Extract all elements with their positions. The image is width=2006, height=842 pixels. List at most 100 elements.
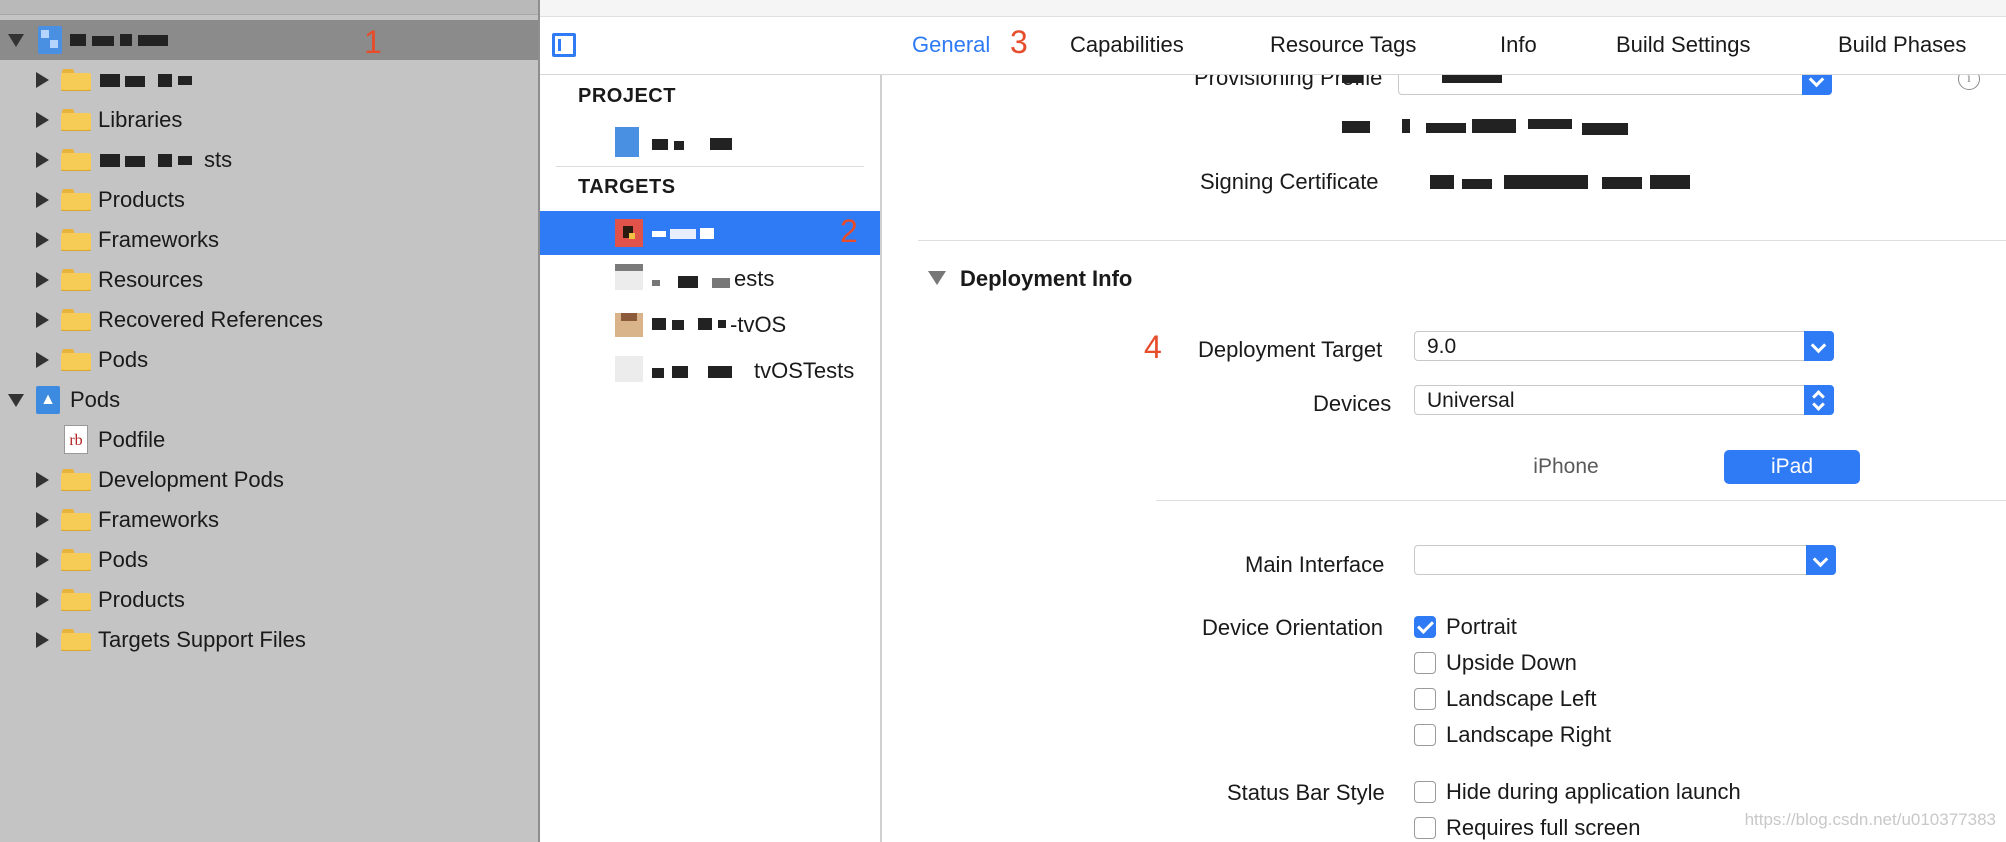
redacted-text xyxy=(708,366,732,378)
disclosure-open-icon[interactable] xyxy=(8,34,24,47)
redacted-text xyxy=(178,76,192,85)
requires-full-screen-checkbox[interactable] xyxy=(1414,817,1436,839)
disclosure-closed-icon[interactable] xyxy=(36,272,49,288)
tab-info[interactable]: Info xyxy=(1500,31,1537,59)
chevron-down-icon[interactable] xyxy=(1806,545,1836,575)
nav-item-frameworks[interactable]: Frameworks xyxy=(0,500,538,540)
folder-icon xyxy=(61,189,91,211)
tab-general[interactable]: General xyxy=(912,31,990,59)
disclosure-closed-icon[interactable] xyxy=(36,72,49,88)
nav-item-pods[interactable]: Pods xyxy=(0,540,538,580)
redacted-text xyxy=(1402,119,1410,133)
disclosure-closed-icon[interactable] xyxy=(36,632,49,648)
tab-build-phases[interactable]: Build Phases xyxy=(1838,31,1966,59)
segment-ipad[interactable]: iPad xyxy=(1724,450,1860,484)
nav-item-label: sts xyxy=(204,147,233,172)
disclosure-closed-icon[interactable] xyxy=(36,512,49,528)
xcode-project-icon xyxy=(615,127,639,157)
nav-item-targets-support-files[interactable]: Targets Support Files xyxy=(0,620,538,660)
redacted-text xyxy=(1472,119,1516,133)
folder-icon xyxy=(61,549,91,571)
disclosure-closed-icon[interactable] xyxy=(36,192,49,208)
chevron-down-icon[interactable] xyxy=(1802,75,1832,95)
tab-build-settings[interactable]: Build Settings xyxy=(1616,31,1751,59)
redacted-text xyxy=(672,366,688,378)
disclosure-open-icon[interactable] xyxy=(928,271,946,285)
disclosure-closed-icon[interactable] xyxy=(36,472,49,488)
redacted-text xyxy=(1602,177,1642,189)
chevron-up-down-icon[interactable] xyxy=(1804,385,1834,415)
disclosure-closed-icon[interactable] xyxy=(36,352,49,368)
redacted-text xyxy=(652,368,664,378)
nav-item-label: Podfile xyxy=(98,427,166,452)
nav-item-development-pods[interactable]: Development Pods xyxy=(0,460,538,500)
landscape-left-label: Landscape Left xyxy=(1446,686,1597,711)
target-row-app[interactable]: 2 xyxy=(540,211,880,255)
deployment-target-select[interactable]: 9.0 xyxy=(1414,331,1834,361)
main-interface-select[interactable] xyxy=(1414,545,1836,575)
folder-icon xyxy=(61,269,91,291)
nav-item-products[interactable]: Products xyxy=(0,180,538,220)
target-label: tvOSTests xyxy=(754,358,855,383)
chevron-down-icon[interactable] xyxy=(1804,331,1834,361)
sidebar-toggle-icon[interactable] xyxy=(552,33,576,57)
annotation-marker: 2 xyxy=(840,213,858,249)
folder-icon xyxy=(61,109,91,131)
redacted-text xyxy=(1504,175,1588,189)
nav-item-pods-folder[interactable]: Pods xyxy=(0,340,538,380)
redacted-text xyxy=(1342,121,1370,133)
info-icon[interactable]: i xyxy=(1958,75,1980,90)
nav-item-folder[interactable] xyxy=(0,60,538,100)
test-target-icon xyxy=(615,264,643,290)
target-row-tvos[interactable]: -tvOS xyxy=(540,302,880,346)
deployment-info-title: Deployment Info xyxy=(960,266,1133,291)
redacted-text xyxy=(672,320,684,330)
annotation-marker: 1 xyxy=(364,24,382,60)
nav-item-tests-folder[interactable]: sts xyxy=(0,140,538,180)
target-row-tests[interactable]: ests xyxy=(540,256,880,300)
redacted-text xyxy=(1430,175,1454,189)
tab-resource-tags[interactable]: Resource Tags xyxy=(1270,31,1416,59)
landscape-right-checkbox[interactable] xyxy=(1414,724,1436,746)
disclosure-closed-icon[interactable] xyxy=(36,552,49,568)
devices-value: Universal xyxy=(1427,389,1515,412)
hide-during-launch-label: Hide during application launch xyxy=(1446,779,1741,804)
nav-item-pods-project[interactable]: ▲ Pods xyxy=(0,380,538,420)
status-bar-style-label: Status Bar Style xyxy=(1227,780,1385,805)
disclosure-open-icon[interactable] xyxy=(8,394,24,407)
nav-item-podfile[interactable]: rb Podfile xyxy=(0,420,538,460)
target-label: -tvOS xyxy=(730,312,787,337)
redacted-text xyxy=(70,34,86,46)
disclosure-closed-icon[interactable] xyxy=(36,232,49,248)
nav-item-libraries[interactable]: Libraries xyxy=(0,100,538,140)
portrait-checkbox[interactable] xyxy=(1414,616,1436,638)
upside-down-checkbox[interactable] xyxy=(1414,652,1436,674)
disclosure-closed-icon[interactable] xyxy=(36,592,49,608)
project-header: PROJECT xyxy=(578,85,676,107)
tab-capabilities[interactable]: Capabilities xyxy=(1070,31,1184,59)
nav-item-label: Frameworks xyxy=(98,227,220,252)
disclosure-closed-icon[interactable] xyxy=(36,312,49,328)
nav-item-resources[interactable]: Resources xyxy=(0,260,538,300)
watermark-text: https://blog.csdn.net/u010377383 xyxy=(1744,810,1996,829)
app-target-icon xyxy=(615,219,643,247)
project-row[interactable] xyxy=(540,121,880,165)
folder-icon xyxy=(61,589,91,611)
target-row-tvos-tests[interactable]: tvOSTests xyxy=(540,348,880,392)
hide-during-launch-checkbox[interactable] xyxy=(1414,781,1436,803)
disclosure-closed-icon[interactable] xyxy=(36,152,49,168)
landscape-left-checkbox[interactable] xyxy=(1414,688,1436,710)
segment-iphone[interactable]: iPhone xyxy=(1502,450,1630,484)
nav-item-products[interactable]: Products xyxy=(0,580,538,620)
redacted-text xyxy=(710,138,732,150)
nav-item-recovered-references[interactable]: Recovered References xyxy=(0,300,538,340)
nav-item-project-root[interactable]: 1 xyxy=(0,20,538,60)
devices-select[interactable]: Universal xyxy=(1414,385,1834,415)
redacted-text xyxy=(1650,175,1690,189)
pods-project-icon: ▲ xyxy=(36,386,60,414)
nav-item-frameworks[interactable]: Frameworks xyxy=(0,220,538,260)
folder-icon xyxy=(61,309,91,331)
nav-item-label: Frameworks xyxy=(98,507,220,532)
disclosure-closed-icon[interactable] xyxy=(36,112,49,128)
target-label: ests xyxy=(734,266,775,291)
